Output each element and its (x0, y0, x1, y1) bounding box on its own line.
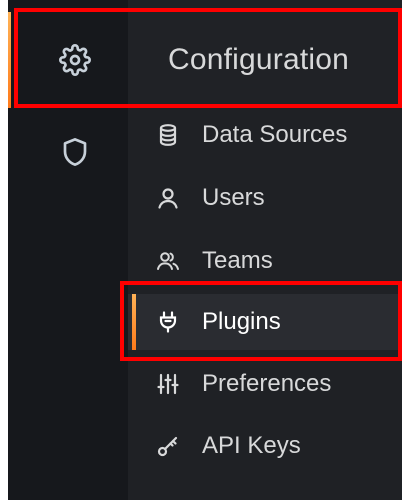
menu-item-data-sources[interactable]: Data Sources (128, 107, 402, 163)
active-indicator (8, 12, 11, 108)
menu-item-label: Users (202, 184, 265, 211)
menu-item-label: Preferences (202, 370, 332, 397)
shield-icon (63, 138, 87, 166)
menu-item-label: API Keys (202, 432, 301, 459)
menu-header-label: Configuration (168, 43, 350, 76)
database-icon (154, 121, 182, 149)
configuration-nav-button[interactable] (22, 30, 128, 90)
menu-item-users[interactable]: Users (128, 170, 402, 226)
menu-item-teams[interactable]: Teams (128, 233, 402, 289)
menu-item-label: Plugins (202, 308, 281, 335)
menu-header[interactable]: Configuration (128, 12, 402, 108)
menu-item-preferences[interactable]: Preferences (128, 356, 402, 412)
app-frame: Configuration Data Sources Users Teams P… (8, 0, 402, 500)
menu-item-label: Teams (202, 247, 273, 274)
plug-icon (154, 308, 182, 336)
key-icon (154, 432, 182, 460)
user-icon (154, 184, 182, 212)
server-admin-nav-button[interactable] (22, 122, 128, 182)
sidebar-rail (8, 0, 128, 500)
menu-item-label: Data Sources (202, 121, 348, 148)
configuration-menu: Configuration Data Sources Users Teams P… (128, 0, 402, 500)
menu-item-api-keys[interactable]: API Keys (128, 418, 402, 474)
gear-icon (59, 44, 91, 76)
menu-item-plugins[interactable]: Plugins (128, 294, 402, 350)
active-accent-bar (132, 294, 136, 350)
sliders-icon (154, 370, 182, 398)
users-icon (154, 247, 182, 275)
